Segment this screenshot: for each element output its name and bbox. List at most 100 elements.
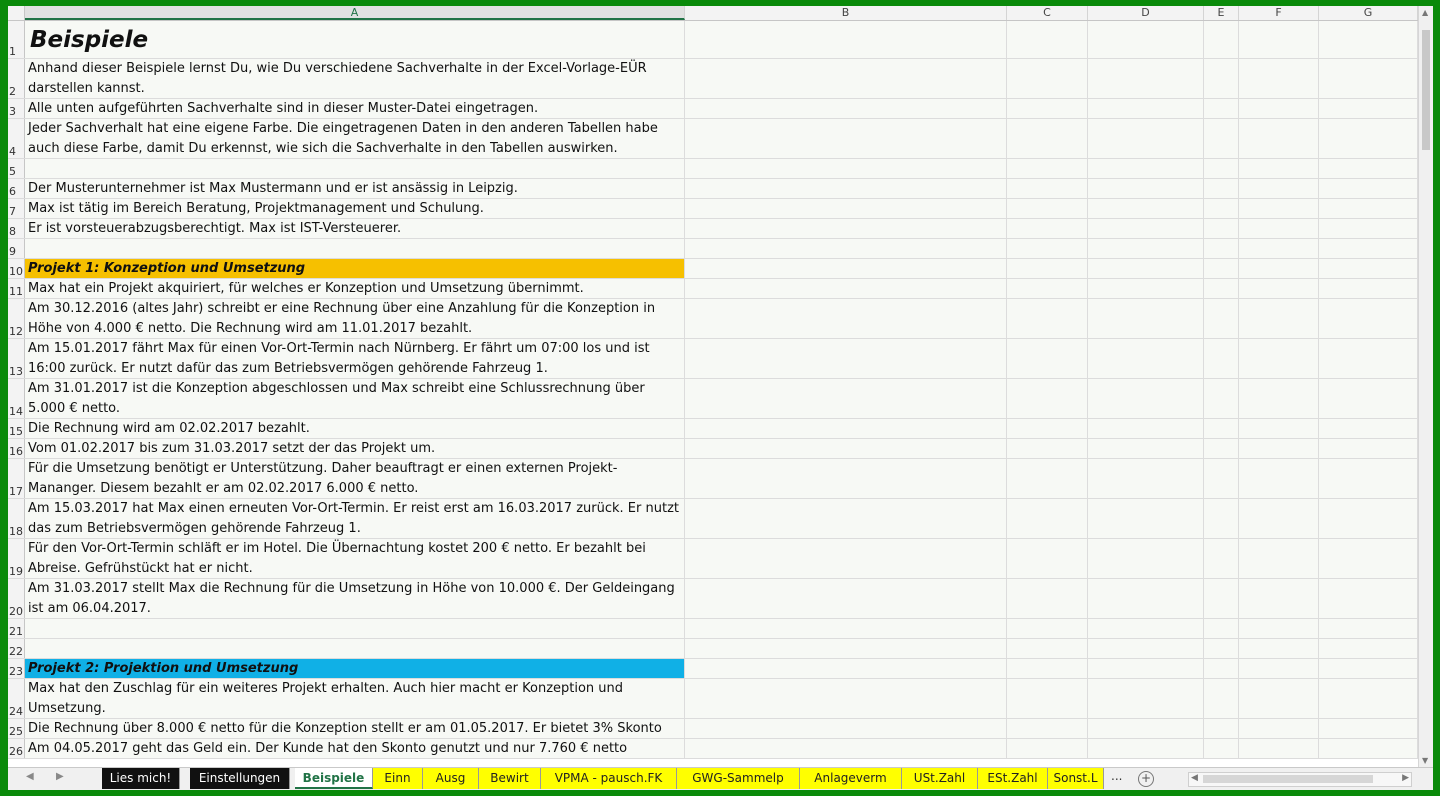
cell-d[interactable] (1088, 299, 1204, 338)
cell-d[interactable] (1088, 239, 1204, 258)
cell-e[interactable] (1204, 199, 1239, 218)
cell-a[interactable]: Vom 01.02.2017 bis zum 31.03.2017 setzt … (25, 439, 685, 458)
scroll-up-icon[interactable]: ▲ (1422, 8, 1428, 17)
cell-b[interactable] (685, 219, 1007, 238)
cell-b[interactable] (685, 259, 1007, 278)
cell-e[interactable] (1204, 379, 1239, 418)
cell-d[interactable] (1088, 439, 1204, 458)
cell-f[interactable] (1239, 21, 1319, 58)
cell-g[interactable] (1319, 219, 1418, 238)
cell-b[interactable] (685, 679, 1007, 718)
cell-f[interactable] (1239, 379, 1319, 418)
cell-d[interactable] (1088, 539, 1204, 578)
add-sheet-icon[interactable]: + (1138, 771, 1154, 787)
cell-d[interactable] (1088, 339, 1204, 378)
horizontal-scroll-thumb[interactable] (1203, 775, 1373, 783)
cell-f[interactable] (1239, 239, 1319, 258)
cell-g[interactable] (1319, 739, 1418, 758)
cell-b[interactable] (685, 639, 1007, 658)
cell-c[interactable] (1007, 239, 1088, 258)
cell-a[interactable]: Der Musterunternehmer ist Max Mustermann… (25, 179, 685, 198)
sheet-tab[interactable]: ESt.Zahl (978, 768, 1048, 789)
cell-d[interactable] (1088, 279, 1204, 298)
cell-e[interactable] (1204, 679, 1239, 718)
cell-f[interactable] (1239, 159, 1319, 178)
cell-b[interactable] (685, 539, 1007, 578)
sheet-tab[interactable]: USt.Zahl (902, 768, 978, 789)
scroll-right-icon[interactable]: ▶ (1402, 773, 1409, 783)
cell-g[interactable] (1319, 159, 1418, 178)
sheet-tab[interactable]: Bewirt (479, 768, 541, 789)
cell-c[interactable] (1007, 499, 1088, 538)
row-header[interactable]: 14 (8, 379, 25, 418)
cell-e[interactable] (1204, 739, 1239, 758)
cell-e[interactable] (1204, 99, 1239, 118)
cell-a[interactable]: Am 31.01.2017 ist die Konzeption abgesch… (25, 379, 685, 418)
cell-a[interactable]: Alle unten aufgeführten Sachverhalte sin… (25, 99, 685, 118)
row-header[interactable]: 9 (8, 239, 25, 258)
cell-e[interactable] (1204, 219, 1239, 238)
cell-b[interactable] (685, 379, 1007, 418)
cell-g[interactable] (1319, 339, 1418, 378)
cell-g[interactable] (1319, 499, 1418, 538)
sheet-tab[interactable]: Anlageverm (800, 768, 902, 789)
sheet-tab[interactable]: Sonst.L (1048, 768, 1104, 789)
row-header[interactable]: 3 (8, 99, 25, 118)
cell-b[interactable] (685, 619, 1007, 638)
cell-e[interactable] (1204, 659, 1239, 678)
cell-a[interactable]: Er ist vorsteuerabzugsberechtigt. Max is… (25, 219, 685, 238)
cell-f[interactable] (1239, 339, 1319, 378)
cell-c[interactable] (1007, 179, 1088, 198)
cell-d[interactable] (1088, 379, 1204, 418)
cell-a[interactable]: Am 15.03.2017 hat Max einen erneuten Vor… (25, 499, 685, 538)
cell-b[interactable] (685, 739, 1007, 758)
sheet-tab[interactable]: Einstellungen (190, 768, 290, 789)
row-header[interactable]: 17 (8, 459, 25, 498)
cell-g[interactable] (1319, 239, 1418, 258)
cell-g[interactable] (1319, 719, 1418, 738)
cell-a[interactable]: Projekt 2: Projektion und Umsetzung (25, 659, 685, 678)
cell-a[interactable] (25, 619, 685, 638)
cell-e[interactable] (1204, 179, 1239, 198)
tab-scroll-left-icon[interactable]: ◀ (26, 771, 34, 782)
cell-d[interactable] (1088, 619, 1204, 638)
cell-d[interactable] (1088, 419, 1204, 438)
cell-a[interactable]: Am 15.01.2017 fährt Max für einen Vor-Or… (25, 339, 685, 378)
cell-g[interactable] (1319, 179, 1418, 198)
cell-g[interactable] (1319, 579, 1418, 618)
cell-a[interactable]: Am 31.03.2017 stellt Max die Rechnung fü… (25, 579, 685, 618)
cell-d[interactable] (1088, 679, 1204, 718)
cell-a[interactable]: Am 04.05.2017 geht das Geld ein. Der Kun… (25, 739, 685, 758)
row-header[interactable]: 8 (8, 219, 25, 238)
cell-d[interactable] (1088, 659, 1204, 678)
vertical-scroll-thumb[interactable] (1422, 30, 1430, 150)
cell-g[interactable] (1319, 299, 1418, 338)
scroll-left-icon[interactable]: ◀ (1191, 773, 1198, 783)
cell-e[interactable] (1204, 419, 1239, 438)
cell-a[interactable]: Die Rechnung wird am 02.02.2017 bezahlt. (25, 419, 685, 438)
cell-g[interactable] (1319, 659, 1418, 678)
cell-f[interactable] (1239, 439, 1319, 458)
cell-a[interactable] (25, 159, 685, 178)
cell-b[interactable] (685, 659, 1007, 678)
cell-b[interactable] (685, 119, 1007, 158)
row-header[interactable]: 16 (8, 439, 25, 458)
cell-f[interactable] (1239, 619, 1319, 638)
sheet-tab[interactable]: Lies mich! (102, 768, 180, 789)
cell-c[interactable] (1007, 739, 1088, 758)
cell-d[interactable] (1088, 179, 1204, 198)
cell-e[interactable] (1204, 499, 1239, 538)
column-header-d[interactable]: D (1088, 6, 1204, 20)
cell-d[interactable] (1088, 119, 1204, 158)
tab-scroll-right-icon[interactable]: ▶ (56, 771, 64, 782)
cell-e[interactable] (1204, 439, 1239, 458)
column-header-a[interactable]: A (25, 6, 685, 20)
cell-f[interactable] (1239, 119, 1319, 158)
cell-a[interactable]: Projekt 1: Konzeption und Umsetzung (25, 259, 685, 278)
cell-g[interactable] (1319, 439, 1418, 458)
cell-g[interactable] (1319, 459, 1418, 498)
column-header-b[interactable]: B (685, 6, 1007, 20)
cell-b[interactable] (685, 21, 1007, 58)
cell-g[interactable] (1319, 99, 1418, 118)
cell-g[interactable] (1319, 119, 1418, 158)
